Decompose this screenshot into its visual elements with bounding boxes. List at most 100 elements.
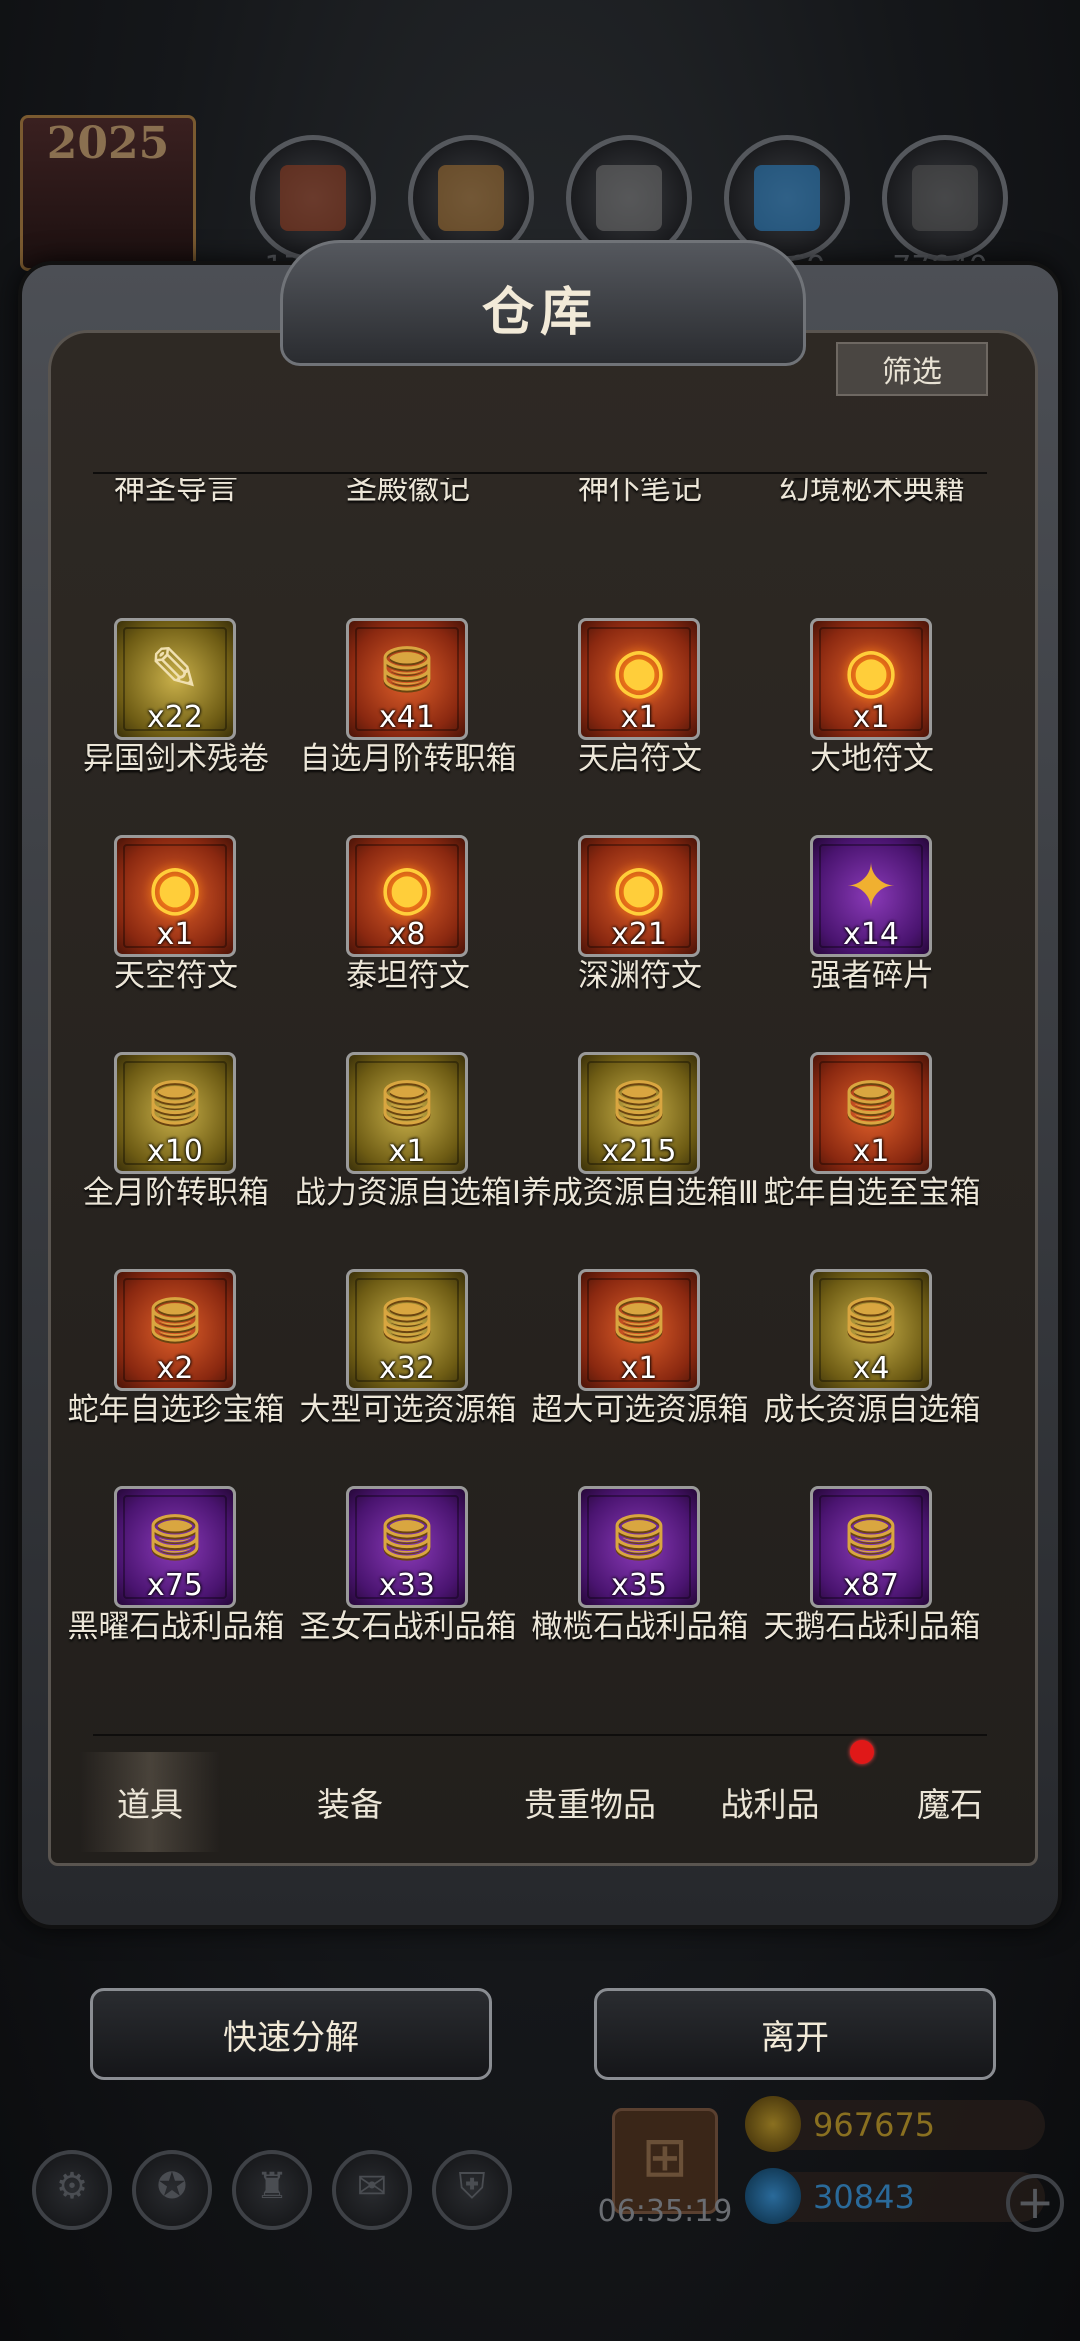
item-icon-frame: ⛃ x1	[810, 1052, 932, 1174]
item-name: 战力资源自选箱Ⅰ	[294, 1175, 522, 1211]
item-name: 圣殿徽记	[346, 478, 470, 507]
filter-button[interactable]: 筛选	[836, 342, 988, 396]
item-quantity: x21	[611, 917, 667, 952]
resource-slot[interactable]	[882, 135, 1008, 261]
mail-hud-button[interactable]: ✉	[332, 2150, 412, 2230]
item-name: 神仆笔记	[578, 478, 702, 507]
item-icon-frame: ✎ x22	[114, 618, 236, 740]
badge-hud-button[interactable]: ✪	[132, 2150, 212, 2230]
item-quantity: x4	[852, 1351, 890, 1386]
shard-icon: ✦	[845, 850, 897, 923]
item-name: 强者碎片	[810, 958, 934, 994]
star-icon: ✪	[156, 2166, 188, 2207]
item-name: 橄榄石战利品箱	[531, 1609, 749, 1645]
tab-loot[interactable]: 战利品	[690, 1752, 850, 1852]
inventory-item[interactable]: ▤x21神圣导言	[60, 478, 292, 548]
item-name: 天鹅石战利品箱	[763, 1609, 981, 1645]
inventory-item[interactable]: ◉ x1 天启符文	[524, 618, 756, 818]
year-event-badge[interactable]: 2025	[20, 115, 196, 271]
inventory-item[interactable]: ▥x31神仆笔记	[524, 478, 756, 548]
item-quantity: x10	[147, 1134, 203, 1169]
item-icon-frame: ⛃ x75	[114, 1486, 236, 1608]
gem-amount: 30843	[813, 2178, 915, 2216]
inventory-item[interactable]: ⛃ x1 超大可选资源箱	[524, 1269, 756, 1469]
tab-items[interactable]: 道具	[80, 1752, 220, 1852]
inventory-item[interactable]: ⛃ x1 战力资源自选箱Ⅰ	[292, 1052, 524, 1252]
quick-decompose-button[interactable]: 快速分解	[90, 1988, 492, 2080]
inventory-item[interactable]: ◉ x1 天空符文	[60, 835, 292, 1035]
shield-icon: ⛨	[458, 2166, 486, 2207]
item-name: 黑曜石战利品箱	[67, 1609, 285, 1645]
iron-icon	[912, 165, 978, 231]
chest-icon: ⛃	[613, 1067, 665, 1140]
inventory-item[interactable]: ⛃ x35 橄榄石战利品箱	[524, 1486, 756, 1686]
stone-icon	[596, 165, 662, 231]
leave-button[interactable]: 离开	[594, 1988, 996, 2080]
tower-hud-button[interactable]: ♜	[232, 2150, 312, 2230]
chest-icon: ⛃	[149, 1067, 201, 1140]
item-icon-frame: ⛃ x10	[114, 1052, 236, 1174]
rune-icon: ◉	[379, 850, 435, 923]
guild-hud-button[interactable]: ⛨	[432, 2150, 512, 2230]
inventory-item[interactable]: ✎ x22 异国剑术残卷	[60, 618, 292, 818]
item-quantity: x1	[852, 1134, 890, 1169]
rune-icon: ◉	[611, 633, 667, 706]
item-name: 圣女石战利品箱	[299, 1609, 517, 1645]
rune-icon: ◉	[611, 850, 667, 923]
inventory-item[interactable]: ⛃ x41 自选月阶转职箱	[292, 618, 524, 818]
gem-currency: 30843	[745, 2168, 1045, 2224]
inventory-item[interactable]: ⛃ x4 成长资源自选箱	[756, 1269, 988, 1469]
inventory-item[interactable]: ◈x31圣殿徽记	[292, 478, 524, 548]
item-name: 天启符文	[578, 741, 702, 777]
add-currency-button[interactable]: +	[1006, 2174, 1064, 2232]
inventory-item[interactable]: ◉ x21 深渊符文	[524, 835, 756, 1035]
item-icon-frame: ⛃ x1	[578, 1269, 700, 1391]
item-name: 养成资源自选箱Ⅲ	[520, 1175, 760, 1211]
item-name: 深渊符文	[578, 958, 702, 994]
item-name: 异国剑术残卷	[83, 741, 269, 777]
divider-bottom	[93, 1734, 987, 1736]
item-quantity: x1	[388, 1134, 426, 1169]
item-quantity: x215	[601, 1134, 677, 1169]
inventory-item[interactable]: ⛃ x1 蛇年自选至宝箱	[756, 1052, 988, 1252]
tab-equipment[interactable]: 装备	[280, 1752, 420, 1852]
item-quantity: x22	[147, 700, 203, 735]
gold-amount: 967675	[813, 2106, 936, 2144]
item-quantity: x41	[379, 700, 435, 735]
rune-icon: ◉	[843, 633, 899, 706]
inventory-item[interactable]: ⛃ x2 蛇年自选珍宝箱	[60, 1269, 292, 1469]
item-name: 成长资源自选箱	[763, 1392, 981, 1428]
gift-icon: ⊞	[641, 2125, 689, 2190]
inventory-item[interactable]: ◉ x8 泰坦符文	[292, 835, 524, 1035]
settings-hud-button[interactable]: ⚙	[32, 2150, 112, 2230]
tab-valuables[interactable]: 贵重物品	[480, 1752, 700, 1852]
inventory-item[interactable]: ⛃ x32 大型可选资源箱	[292, 1269, 524, 1469]
chest-icon: ⛃	[613, 1284, 665, 1357]
inventory-item[interactable]: ▦x34幻境秘术典籍	[756, 478, 988, 548]
inventory-item[interactable]: ⛃ x215 养成资源自选箱Ⅲ	[521, 1052, 759, 1252]
item-icon-frame: ◉ x21	[578, 835, 700, 957]
inventory-item[interactable]: ⛃ x33 圣女石战利品箱	[292, 1486, 524, 1686]
item-icon-frame: ⛃ x4	[810, 1269, 932, 1391]
notification-dot	[850, 1740, 874, 1764]
wood-icon	[438, 165, 504, 231]
item-icon-frame: ◉ x1	[578, 618, 700, 740]
item-name: 蛇年自选珍宝箱	[67, 1392, 285, 1428]
inventory-item[interactable]: ✦ x14 强者碎片	[756, 835, 988, 1035]
item-quantity: x1	[620, 700, 658, 735]
item-icon-frame: ⛃ x32	[346, 1269, 468, 1391]
scroll-icon: ✎	[149, 633, 201, 706]
inventory-item[interactable]: ⛃ x75 黑曜石战利品箱	[60, 1486, 292, 1686]
tab-magic-stones[interactable]: 魔石	[880, 1752, 1020, 1852]
item-quantity: x8	[388, 917, 426, 952]
item-grid-viewport[interactable]: ▤x21神圣导言◈x31圣殿徽记▥x31神仆笔记▦x34幻境秘术典籍✎x22异国…	[60, 478, 1020, 1728]
item-name: 蛇年自选至宝箱	[763, 1175, 981, 1211]
item-name: 超大可选资源箱	[531, 1392, 749, 1428]
item-icon-frame: ⛃ x35	[578, 1486, 700, 1608]
inventory-item[interactable]: ⛃ x87 天鹅石战利品箱	[756, 1486, 988, 1686]
chest-icon: ⛃	[381, 1501, 433, 1574]
inventory-item[interactable]: ⛃ x10 全月阶转职箱	[60, 1052, 292, 1252]
chest-icon: ⛃	[381, 1284, 433, 1357]
inventory-item[interactable]: ◉ x1 大地符文	[756, 618, 988, 818]
item-quantity: x32	[379, 1351, 435, 1386]
